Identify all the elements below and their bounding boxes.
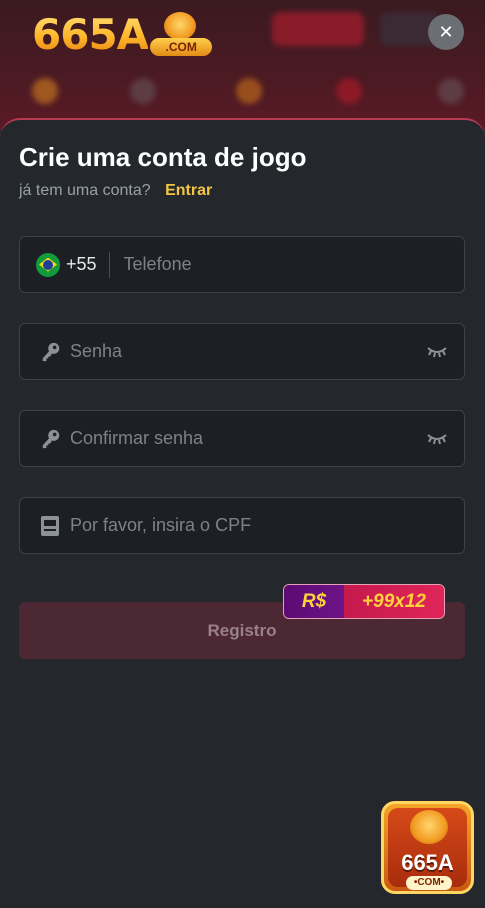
key-icon bbox=[42, 429, 60, 448]
confirm-password-input[interactable]: Confirmar senha bbox=[70, 428, 203, 449]
login-link[interactable]: Entrar bbox=[165, 182, 212, 199]
password-field[interactable]: Senha bbox=[19, 323, 465, 380]
phone-input[interactable]: Telefone bbox=[124, 254, 192, 275]
country-code[interactable]: +55 bbox=[66, 254, 97, 275]
tiger-icon bbox=[410, 810, 448, 844]
brand-logo: 665A .COM bbox=[32, 10, 213, 59]
register-sheet: Crie uma conta de jogo já tem uma conta?… bbox=[0, 118, 485, 908]
login-prompt: já tem uma conta? Entrar bbox=[19, 182, 212, 200]
background-nav-icon bbox=[336, 78, 362, 104]
eye-closed-icon[interactable] bbox=[426, 432, 448, 446]
background-button bbox=[272, 12, 364, 46]
tiger-icon bbox=[164, 11, 197, 40]
cpf-input[interactable]: Por favor, insira o CPF bbox=[70, 515, 251, 536]
brazil-flag-icon bbox=[36, 252, 60, 277]
app-badge-suffix: •COM• bbox=[406, 876, 452, 890]
divider bbox=[108, 251, 110, 278]
key-icon bbox=[42, 342, 60, 361]
logo-badge: .COM bbox=[150, 11, 213, 58]
bonus-badge: R$ +99x12 bbox=[283, 584, 445, 619]
close-icon: ✕ bbox=[438, 21, 454, 43]
background-nav-icon bbox=[236, 78, 262, 104]
login-prompt-text: já tem uma conta? bbox=[19, 182, 151, 199]
eye-closed-icon[interactable] bbox=[426, 345, 448, 359]
logo-text: 665A bbox=[32, 10, 149, 59]
background-nav-icon bbox=[438, 78, 464, 104]
background-nav-icon bbox=[32, 78, 58, 104]
page-title: Crie uma conta de jogo bbox=[19, 142, 307, 172]
background-nav-icon bbox=[130, 78, 156, 104]
phone-field[interactable]: +55 Telefone bbox=[19, 236, 465, 293]
app-download-badge[interactable]: 665A •COM• bbox=[381, 801, 474, 894]
id-card-icon bbox=[41, 515, 59, 536]
bonus-currency: R$ bbox=[284, 585, 344, 618]
cpf-field[interactable]: Por favor, insira o CPF bbox=[19, 497, 465, 554]
confirm-password-field[interactable]: Confirmar senha bbox=[19, 410, 465, 467]
close-button[interactable]: ✕ bbox=[428, 14, 464, 50]
bonus-amount: +99x12 bbox=[344, 585, 444, 618]
app-badge-text: 665A bbox=[401, 850, 454, 875]
password-input[interactable]: Senha bbox=[70, 341, 122, 362]
logo-suffix: .COM bbox=[150, 37, 213, 56]
